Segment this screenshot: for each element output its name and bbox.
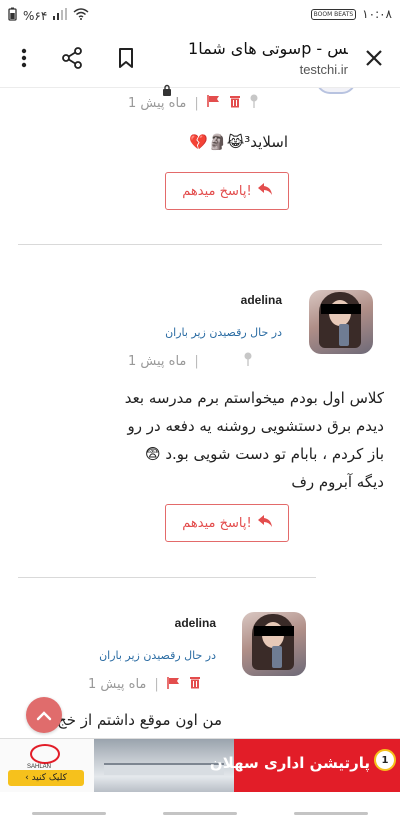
separator: | [194,353,199,369]
avatar[interactable] [309,290,373,354]
more-vert-icon[interactable] [10,44,38,72]
page-title: سوتی های شما1p - تس.. [188,39,348,58]
time-ago: 1 ماه پیش [128,353,187,369]
username[interactable]: adelina [241,293,282,307]
battery-icon [8,7,17,24]
comment-meta: 1 ماه پیش | [88,676,201,693]
comments-section: 1 ماه پیش | اسلاید³😹🗿💔 پاسخ میدهم! adeli… [0,88,400,738]
user-status: در حال رقصیدن زیر باران [99,649,216,662]
wifi-icon [73,8,89,23]
ad-cta-button[interactable]: کلیک کنید › [8,770,84,786]
flag-icon[interactable] [166,676,181,693]
nav-recents-gesture[interactable] [294,812,368,815]
comment-text: کلاس اول بودم میخواستم برم مدرسه بعد دید… [14,384,384,496]
battery-level: %۶۴ [23,8,48,23]
separator: | [154,677,159,692]
close-icon[interactable] [360,44,388,72]
page-url[interactable]: testchi.ir [188,62,348,77]
divider [18,244,382,245]
time-ago: 1 ماه پیش [128,95,187,111]
reply-icon [257,515,272,531]
brand-logo-icon [30,744,60,764]
reply-label: پاسخ میدهم! [182,183,252,199]
avatar[interactable] [242,612,306,676]
clock: ۱۰:۰۸ [362,7,392,21]
delete-icon[interactable] [189,676,201,693]
comment-line: دیدم برق دستشویی روشنه یه دفعه در رو [127,417,384,435]
browser-toolbar: سوتی های شما1p - تس.. testchi.ir [0,30,400,96]
nav-back-gesture[interactable] [32,812,106,815]
ad-brand-panel: SAHLAN کلیک کنید › [0,739,94,792]
scroll-top-button[interactable] [26,697,62,733]
ad-badge: 1 [374,749,396,771]
ad-headline-panel: پارتیشن اداری سهلان 1 [210,739,400,792]
reply-button[interactable]: پاسخ میدهم! [165,504,289,542]
comment-line: دیگه آبروم رف [291,473,384,491]
separator: | [194,95,199,111]
comment-meta: 1 ماه پیش | [128,352,253,370]
chevron-up-icon [36,706,52,725]
bookmark-icon[interactable] [112,44,140,72]
nav-home-gesture[interactable] [163,812,237,815]
pin-icon[interactable] [249,94,259,112]
ad-banner[interactable]: SAHLAN کلیک کنید › پارتیشن اداری سهلان 1 [0,738,400,792]
user-status: در حال رقصیدن زیر باران [165,326,282,339]
comment-meta: 1 ماه پیش | [128,94,259,112]
ad-headline: پارتیشن اداری سهلان [209,754,370,772]
system-nav-bar [0,792,400,822]
reply-icon [257,183,272,199]
signal-icon [53,8,68,23]
time-ago: 1 ماه پیش [88,677,147,692]
reply-button[interactable]: پاسخ میدهم! [165,172,289,210]
pin-icon[interactable] [243,352,253,370]
status-bar: %۶۴ BOOM BEATS ۱۰:۰۸ [0,0,400,30]
comment-text: اسلاید³😹🗿💔 [189,133,288,151]
avatar [316,88,356,94]
boost-badge: BOOM BEATS [310,8,357,20]
delete-icon[interactable] [229,95,241,112]
comment-line: باز کردم ، بابام تو دست شویی بو.د 😨 [144,445,384,463]
divider [18,577,316,578]
flag-icon[interactable] [206,95,221,111]
username[interactable]: adelina [175,616,216,630]
status-bar-left: %۶۴ [8,7,89,24]
comment-line: کلاس اول بودم میخواستم برم مدرسه بعد [124,389,384,407]
status-bar-right: BOOM BEATS ۱۰:۰۸ [310,7,392,21]
share-icon[interactable] [58,44,86,72]
reply-label: پاسخ میدهم! [182,515,252,531]
